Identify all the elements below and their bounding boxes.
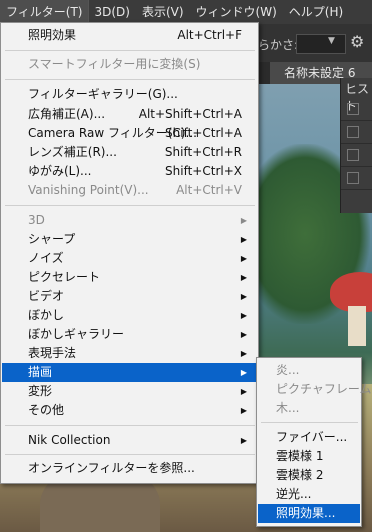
menu-item-distort[interactable]: 変形 ▶ [2, 382, 257, 401]
history-row[interactable] [341, 167, 372, 190]
chevron-down-icon[interactable]: ▼ [328, 36, 335, 46]
history-panel: ヒスト [340, 78, 372, 213]
submenu-item-clouds-2[interactable]: 雲模様 2 [258, 466, 360, 485]
menu-item-stylize[interactable]: 表現手法 ▶ [2, 344, 257, 363]
smoothing-field[interactable] [296, 34, 346, 54]
chevron-right-icon: ▶ [240, 235, 247, 244]
mushroom-stem [348, 306, 366, 346]
menu-help[interactable]: ヘルプ(H) [283, 0, 349, 24]
submenu-item-flame[interactable]: 炎... [258, 361, 360, 380]
chevron-right-icon: ▶ [240, 349, 247, 358]
menu-item-video[interactable]: ビデオ ▶ [2, 287, 257, 306]
history-row[interactable] [341, 98, 372, 121]
menu-separator [261, 422, 358, 423]
menu-item-lens-correction[interactable]: レンズ補正(R)... Shift+Ctrl+R [2, 143, 257, 162]
menu-item-render[interactable]: 描画 ▶ [2, 363, 257, 382]
menu-item-pixelate[interactable]: ピクセレート ▶ [2, 268, 257, 287]
chevron-right-icon: ▶ [240, 311, 247, 320]
menu-item-nik-collection[interactable]: Nik Collection ▶ [2, 431, 257, 450]
checkbox-icon [347, 149, 359, 161]
menu-bar: フィルター(T) 3D(D) 表示(V) ウィンドウ(W) ヘルプ(H) [0, 0, 372, 25]
menu-separator [5, 454, 255, 455]
menu-item-last-filter[interactable]: 照明効果 Alt+Ctrl+F [2, 26, 257, 45]
menu-item-3d[interactable]: 3D ▶ [2, 211, 257, 230]
gear-icon[interactable]: ⚙ [350, 32, 364, 51]
smoothing-label: らかさ: [258, 38, 299, 52]
menu-separator [5, 79, 255, 80]
chevron-right-icon: ▶ [240, 406, 247, 415]
chevron-right-icon: ▶ [240, 254, 247, 263]
submenu-item-clouds-1[interactable]: 雲模様 1 [258, 447, 360, 466]
menu-item-camera-raw[interactable]: Camera Raw フィルター(C)... Shift+Ctrl+A [2, 124, 257, 143]
submenu-item-lens-flare[interactable]: 逆光... [258, 485, 360, 504]
submenu-item-lighting-effects[interactable]: 照明効果... [258, 504, 360, 523]
menu-3d[interactable]: 3D(D) [88, 0, 135, 24]
menu-item-filter-gallery[interactable]: フィルターギャラリー(G)... [2, 85, 257, 104]
chevron-right-icon: ▶ [240, 330, 247, 339]
history-row[interactable] [341, 121, 372, 144]
menu-item-browse-filters-online[interactable]: オンラインフィルターを参照... [2, 459, 257, 478]
submenu-item-tree[interactable]: 木... [258, 399, 360, 418]
menu-item-sharpen[interactable]: シャープ ▶ [2, 230, 257, 249]
render-submenu: 炎... ピクチャフレーム... 木... ファイバー... 雲模様 1 雲模様… [256, 357, 372, 527]
menu-filter[interactable]: フィルター(T) [0, 0, 90, 25]
menu-window[interactable]: ウィンドウ(W) [190, 0, 283, 24]
menu-item-liquify[interactable]: ゆがみ(L)... Shift+Ctrl+X [2, 162, 257, 181]
menu-item-vanishing-point[interactable]: Vanishing Point(V)... Alt+Ctrl+V [2, 181, 257, 200]
menu-separator [5, 425, 255, 426]
filter-menu: 照明効果 Alt+Ctrl+F スマートフィルター用に変換(S) フィルターギャ… [0, 22, 259, 484]
history-row[interactable] [341, 144, 372, 167]
chevron-right-icon: ▶ [240, 273, 247, 282]
checkbox-icon [347, 103, 359, 115]
chevron-right-icon: ▶ [240, 436, 247, 445]
submenu-item-fibers[interactable]: ファイバー... [258, 428, 360, 447]
menu-item-other[interactable]: その他 ▶ [2, 401, 257, 420]
menu-view[interactable]: 表示(V) [136, 0, 190, 24]
chevron-right-icon: ▶ [240, 368, 247, 377]
menu-item-noise[interactable]: ノイズ ▶ [2, 249, 257, 268]
chevron-right-icon: ▶ [240, 292, 247, 301]
submenu-item-picture-frame[interactable]: ピクチャフレーム... [258, 380, 372, 399]
checkbox-icon [347, 126, 359, 138]
menu-item-adaptive-wide-angle[interactable]: 広角補正(A)... Alt+Shift+Ctrl+A [2, 105, 257, 124]
menu-item-blur[interactable]: ぼかし ▶ [2, 306, 257, 325]
menu-item-blur-gallery[interactable]: ぼかしギャラリー ▶ [2, 325, 257, 344]
menu-separator [5, 205, 255, 206]
chevron-right-icon: ▶ [240, 216, 247, 225]
chevron-right-icon: ▶ [240, 387, 247, 396]
menu-separator [5, 50, 255, 51]
checkbox-icon [347, 172, 359, 184]
menu-item-convert-smart-filter[interactable]: スマートフィルター用に変換(S) [2, 55, 257, 74]
